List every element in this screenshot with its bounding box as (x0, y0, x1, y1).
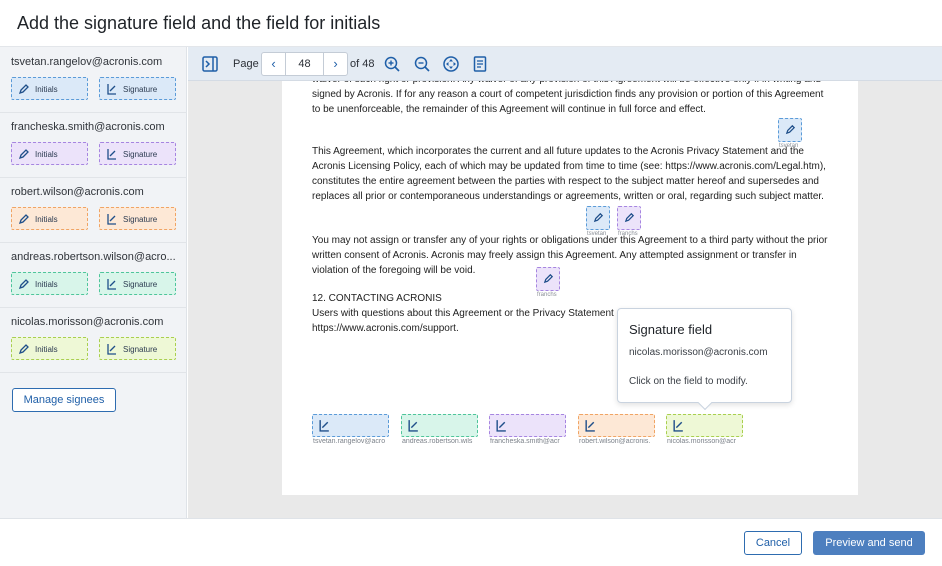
initials-label: Initials (35, 215, 58, 224)
document-paragraph: waiver of such right or provision. Any w… (312, 81, 824, 115)
zoom-out-icon[interactable] (413, 55, 431, 73)
document-viewer[interactable]: waiver of such right or provision. Any w… (188, 81, 942, 518)
manage-signees-button[interactable]: Manage signees (12, 388, 116, 412)
signature-field-tool[interactable]: Signature (99, 142, 176, 165)
page-label: Page (233, 58, 259, 70)
pen-icon (543, 273, 554, 284)
pen-icon (18, 279, 29, 290)
zoom-in-icon[interactable] (383, 55, 401, 73)
signature-label: Signature (123, 280, 158, 289)
signature-icon (319, 420, 329, 432)
document-page: waiver of such right or provision. Any w… (282, 81, 858, 495)
viewer-toolbar: Page ‹ 48 › of 48 (188, 47, 942, 81)
page-count: of 48 (350, 58, 375, 70)
signature-label: Signature (123, 345, 158, 354)
placed-signature-field[interactable] (401, 414, 478, 437)
placed-signature-field[interactable] (489, 414, 566, 437)
signee-item: andreas.robertson.wilson@acro... Initial… (0, 242, 187, 308)
signature-label: Signature (123, 215, 158, 224)
placed-initials-field[interactable] (617, 206, 641, 230)
signee-item: nicolas.morisson@acronis.com Initials Si… (0, 307, 187, 373)
initials-field-tool[interactable]: Initials (11, 77, 88, 100)
fit-page-icon[interactable] (442, 55, 460, 73)
signature-icon (496, 420, 506, 432)
placed-signature-field[interactable] (312, 414, 389, 437)
signature-icon (107, 214, 116, 225)
field-caption: tsvetan.rangelov@acro (313, 438, 386, 445)
cancel-button[interactable]: Cancel (744, 531, 802, 555)
initials-label: Initials (35, 280, 58, 289)
signature-icon (107, 84, 116, 95)
document-paragraph: You may not assign or transfer any of yo… (312, 235, 828, 276)
sidebar-toggle-icon[interactable] (201, 55, 219, 73)
pen-icon (18, 149, 29, 160)
signature-field-tool[interactable]: Signature (99, 207, 176, 230)
signee-item: robert.wilson@acronis.com Initials Signa… (0, 177, 187, 243)
field-caption: franchs (618, 231, 638, 237)
initials-field-tool[interactable]: Initials (11, 207, 88, 230)
signee-email: robert.wilson@acronis.com (11, 186, 144, 198)
signature-icon (585, 420, 595, 432)
field-caption: andreas.robertson.wils (402, 438, 473, 445)
tooltip-email: nicolas.morisson@acronis.com (629, 347, 768, 358)
signee-email: andreas.robertson.wilson@acro... (11, 251, 176, 263)
page-number-input[interactable]: 48 (286, 53, 323, 75)
signee-item: francheska.smith@acronis.com Initials Si… (0, 112, 187, 178)
placed-signature-field[interactable] (578, 414, 655, 437)
field-caption: tsvetan (779, 143, 799, 149)
pen-icon (18, 344, 29, 355)
previous-page-button[interactable]: ‹ (262, 53, 286, 75)
next-page-button[interactable]: › (323, 53, 347, 75)
document-icon[interactable] (471, 55, 489, 73)
signature-field-tool[interactable]: Signature (99, 77, 176, 100)
tooltip-title: Signature field (629, 322, 713, 337)
signature-field-tool[interactable]: Signature (99, 272, 176, 295)
initials-label: Initials (35, 85, 58, 94)
placed-initials-field[interactable] (586, 206, 610, 230)
placed-signature-field[interactable] (666, 414, 743, 437)
signature-field-tooltip: Signature field nicolas.morisson@acronis… (617, 308, 792, 411)
signature-icon (107, 344, 116, 355)
pen-icon (18, 214, 29, 225)
page-title: Add the signature field and the field fo… (17, 13, 381, 33)
signee-email: francheska.smith@acronis.com (11, 121, 165, 133)
preview-and-send-button[interactable]: Preview and send (813, 531, 925, 555)
signature-icon (673, 420, 683, 432)
field-caption: franchs (537, 292, 557, 298)
tooltip-hint: Click on the field to modify. (629, 376, 748, 387)
signee-email: nicolas.morisson@acronis.com (11, 316, 164, 328)
pen-icon (624, 212, 635, 223)
signees-sidebar: tsvetan.rangelov@acronis.com Initials Si… (0, 47, 187, 518)
field-caption: francheska.smith@acr (490, 438, 560, 445)
placed-initials-field[interactable] (536, 267, 560, 291)
field-caption: nicolas.morisson@acr (667, 438, 736, 445)
initials-label: Initials (35, 345, 58, 354)
document-paragraph: This Agreement, which incorporates the c… (312, 146, 826, 202)
pen-icon (785, 124, 796, 135)
section-heading: 12. CONTACTING ACRONIS (312, 293, 442, 304)
initials-field-tool[interactable]: Initials (11, 272, 88, 295)
initials-field-tool[interactable]: Initials (11, 142, 88, 165)
placed-initials-field[interactable] (778, 118, 802, 142)
signature-field-tool[interactable]: Signature (99, 337, 176, 360)
signature-label: Signature (123, 150, 158, 159)
page-navigator: ‹ 48 › (261, 52, 348, 76)
footer: Cancel Preview and send (0, 518, 942, 566)
pen-icon (593, 212, 604, 223)
field-caption: robert.wilson@acronis. (579, 438, 651, 445)
signature-icon (107, 149, 116, 160)
signee-item: tsvetan.rangelov@acronis.com Initials Si… (0, 47, 187, 113)
signee-email: tsvetan.rangelov@acronis.com (11, 56, 163, 68)
signature-icon (107, 279, 116, 290)
signature-icon (408, 420, 418, 432)
field-caption: tsvetan (587, 231, 607, 237)
initials-label: Initials (35, 150, 58, 159)
header: Add the signature field and the field fo… (0, 0, 942, 47)
pen-icon (18, 84, 29, 95)
signature-label: Signature (123, 85, 158, 94)
initials-field-tool[interactable]: Initials (11, 337, 88, 360)
